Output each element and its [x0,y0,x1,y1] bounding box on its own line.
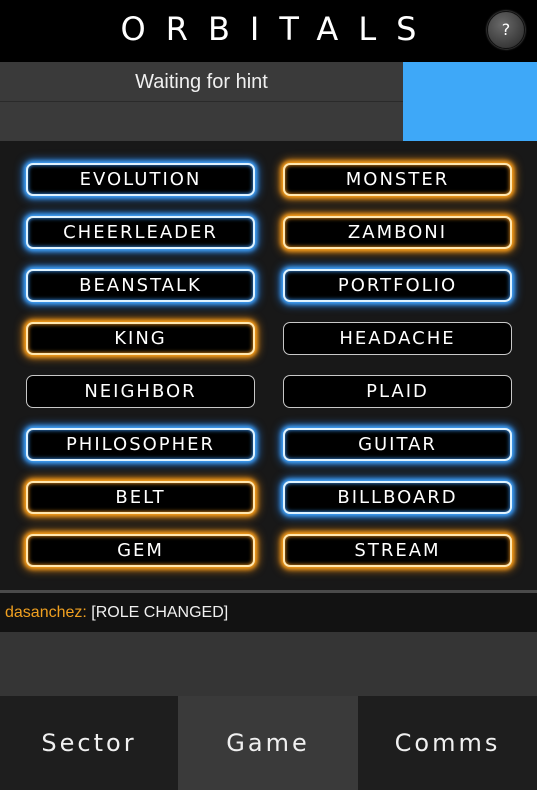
word-card[interactable]: GUITAR [283,428,512,461]
word-card[interactable]: MONSTER [283,163,512,196]
word-card[interactable]: KING [26,322,255,355]
app-title: ORBITALS [120,10,437,48]
word-card[interactable]: BEANSTALK [26,269,255,302]
hint-status: Waiting for hint [0,62,403,102]
word-card[interactable]: PORTFOLIO [283,269,512,302]
word-card[interactable]: NEIGHBOR [26,375,255,408]
word-card[interactable]: ZAMBONI [283,216,512,249]
chat-log: dasanchez: [ROLE CHANGED] [0,593,537,632]
word-card[interactable]: STREAM [283,534,512,567]
word-card[interactable]: EVOLUTION [26,163,255,196]
tab-comms[interactable]: Comms [358,696,537,790]
word-card[interactable]: GEM [26,534,255,567]
word-card[interactable]: CHEERLEADER [26,216,255,249]
chat-input-area[interactable] [0,632,537,696]
word-card[interactable]: BILLBOARD [283,481,512,514]
hint-detail-area [0,102,403,141]
word-board: EVOLUTION MONSTER CHEERLEADER ZAMBONI BE… [0,141,537,590]
word-card[interactable]: PLAID [283,375,512,408]
tab-game[interactable]: Game [178,696,358,790]
word-card[interactable]: BELT [26,481,255,514]
word-card[interactable]: PHILOSOPHER [26,428,255,461]
chat-username: dasanchez: [5,604,87,621]
word-card[interactable]: HEADACHE [283,322,512,355]
chat-message: [ROLE CHANGED] [91,604,229,621]
help-button[interactable]: ? [487,11,525,49]
tab-sector[interactable]: Sector [0,696,178,790]
team-color-indicator [403,62,537,141]
app-header: ORBITALS ? [0,0,537,62]
